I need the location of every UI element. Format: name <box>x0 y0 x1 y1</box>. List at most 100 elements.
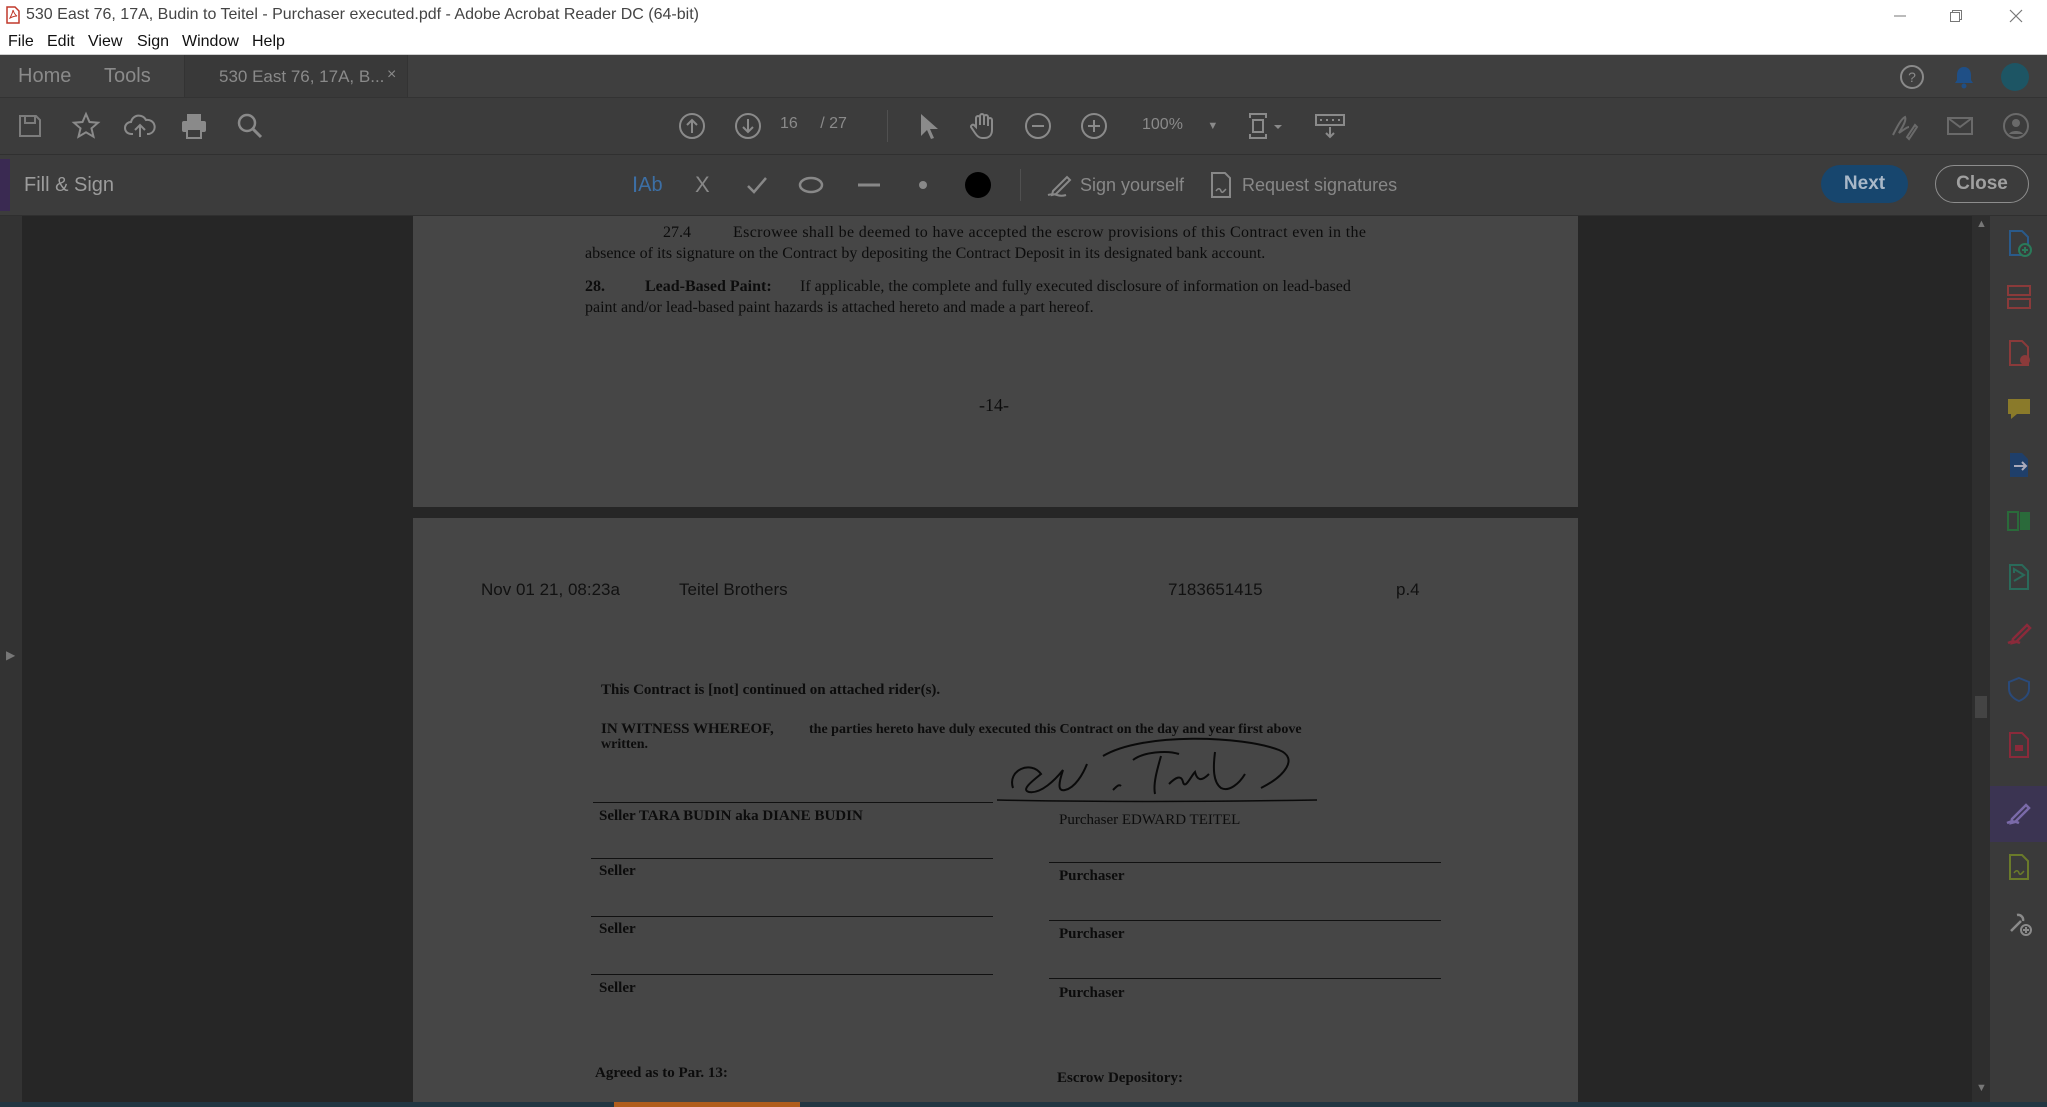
print-button[interactable] <box>178 110 210 142</box>
purchaser-signature-line <box>1049 862 1441 863</box>
close-tab-button[interactable]: × <box>387 66 396 84</box>
page-fit-button[interactable] <box>1244 110 1290 142</box>
fax-page: p.4 <box>1396 580 1420 599</box>
compress-pdf-button[interactable] <box>2004 730 2034 760</box>
left-navigation-panel: ▶ <box>0 216 22 1103</box>
menu-bar: File Edit View Sign Window Help <box>0 31 2047 55</box>
hand-icon <box>970 113 993 139</box>
user-avatar[interactable] <box>2000 62 2030 97</box>
acrobat-pdf-icon <box>6 6 20 29</box>
create-pdf-button[interactable] <box>2004 228 2034 258</box>
bookmark-button[interactable] <box>70 110 102 142</box>
restore-button[interactable] <box>1928 0 1984 31</box>
menu-window[interactable]: Window <box>182 33 239 51</box>
send-for-review-button[interactable] <box>2004 562 2034 592</box>
zoom-select[interactable]: 100% ▼ <box>1142 116 1218 134</box>
witness-heading: IN WITNESS WHEREOF, <box>601 721 774 737</box>
arrow-down-circle-icon <box>735 113 761 139</box>
menu-sign[interactable]: Sign <box>137 33 169 51</box>
seller-name: Seller TARA BUDIN aka DIANE BUDIN <box>599 808 863 824</box>
hand-tool-button[interactable] <box>966 110 998 142</box>
line-button[interactable] <box>855 169 883 201</box>
close-window-button[interactable] <box>1988 0 2044 31</box>
scrolling-mode-button[interactable] <box>1314 110 1346 142</box>
check-mark-button[interactable] <box>745 169 769 201</box>
more-tools-icon <box>2010 913 2032 936</box>
expand-panel-icon[interactable]: ▶ <box>6 648 15 662</box>
scroll-down-icon[interactable]: ▼ <box>1976 1082 1987 1094</box>
user-icon <box>2003 113 2029 139</box>
combine-files-icon <box>2007 511 2030 531</box>
close-icon <box>2009 9 2023 22</box>
menu-help[interactable]: Help <box>252 33 285 51</box>
combine-files-button[interactable] <box>2004 506 2034 536</box>
organize-pages-button[interactable] <box>2004 282 2034 312</box>
cross-mark-button[interactable]: X <box>695 169 710 201</box>
create-pdf-icon <box>2009 230 2032 257</box>
purchaser-signature <box>996 737 1318 803</box>
minimize-button[interactable] <box>1872 0 1928 31</box>
paragraph-number: 28. <box>585 278 605 295</box>
add-text-button[interactable]: I Ab <box>632 169 663 201</box>
zoom-out-button[interactable] <box>1022 110 1054 142</box>
next-button[interactable]: Next <box>1821 165 1908 203</box>
seller-label: Seller <box>599 921 636 937</box>
seller-signature-line <box>591 858 993 859</box>
menu-file[interactable]: File <box>8 33 34 51</box>
color-picker-button[interactable] <box>962 169 994 201</box>
more-tools-button[interactable] <box>2004 908 2034 938</box>
request-signatures-button[interactable]: Request signatures <box>1208 169 1397 201</box>
edit-signature-button[interactable] <box>1888 110 1920 142</box>
paragraph-text: If applicable, the complete and fully ex… <box>800 278 1351 295</box>
request-signatures-label: Request signatures <box>1242 174 1398 195</box>
document-signature-icon <box>1211 172 1231 198</box>
previous-page-button[interactable] <box>676 110 708 142</box>
select-tool-button[interactable] <box>912 110 944 142</box>
tab-document[interactable]: 530 East 76, 17A, B... × <box>184 55 408 97</box>
signature-edit-icon <box>1892 115 1919 141</box>
help-icon[interactable]: ? <box>1898 63 1926 96</box>
find-button[interactable] <box>234 110 266 142</box>
email-button[interactable] <box>1944 110 1976 142</box>
dot-icon <box>919 181 927 189</box>
zoom-in-button[interactable] <box>1078 110 1110 142</box>
edit-pdf-button[interactable] <box>2004 338 2034 368</box>
dot-button[interactable] <box>911 169 935 201</box>
prepare-form-button[interactable] <box>2004 852 2034 882</box>
fill-sign-active-button[interactable] <box>1990 786 2047 842</box>
upload-button[interactable] <box>124 110 156 142</box>
current-page-input[interactable]: 16 <box>780 115 798 132</box>
circle-button[interactable] <box>797 169 825 201</box>
scrollbar-thumb[interactable] <box>1975 696 1987 718</box>
close-fill-sign-button[interactable]: Close <box>1935 165 2029 203</box>
fit-page-icon <box>1249 113 1282 139</box>
comment-icon <box>2008 399 2030 419</box>
sign-yourself-button[interactable]: Sign yourself <box>1044 169 1184 201</box>
purchaser-signature-line <box>1049 978 1441 979</box>
rider-statement: This Contract is [not] continued on atta… <box>601 682 941 698</box>
line-icon <box>858 183 880 187</box>
menu-view[interactable]: View <box>88 33 122 51</box>
account-button[interactable] <box>2000 110 2032 142</box>
taskbar-edge <box>0 1102 2047 1107</box>
ellipse-icon <box>798 176 824 194</box>
witness-text: written. <box>601 737 649 752</box>
document-view[interactable]: 27.4 Escrowee shall be deemed to have ac… <box>22 216 1972 1103</box>
tab-tools[interactable]: Tools <box>104 65 151 88</box>
tab-home[interactable]: Home <box>18 65 71 88</box>
fill-sign-tool-button[interactable] <box>2004 618 2034 648</box>
vertical-scrollbar[interactable]: ▲ ▼ <box>1972 216 1990 1103</box>
printer-icon <box>182 114 206 139</box>
add-text-label: Ab <box>638 173 663 196</box>
comment-button[interactable] <box>2004 394 2034 424</box>
export-pdf-button[interactable] <box>2004 450 2034 480</box>
save-button[interactable] <box>14 110 46 142</box>
menu-edit[interactable]: Edit <box>47 33 75 51</box>
scroll-up-icon[interactable]: ▲ <box>1976 218 1987 230</box>
star-icon <box>71 111 101 139</box>
search-icon <box>237 113 263 139</box>
notification-bell-icon[interactable] <box>1950 63 1978 96</box>
next-page-button[interactable] <box>732 110 764 142</box>
agreed-par13: Agreed as to Par. 13: <box>595 1065 728 1081</box>
protect-button[interactable] <box>2004 674 2034 704</box>
